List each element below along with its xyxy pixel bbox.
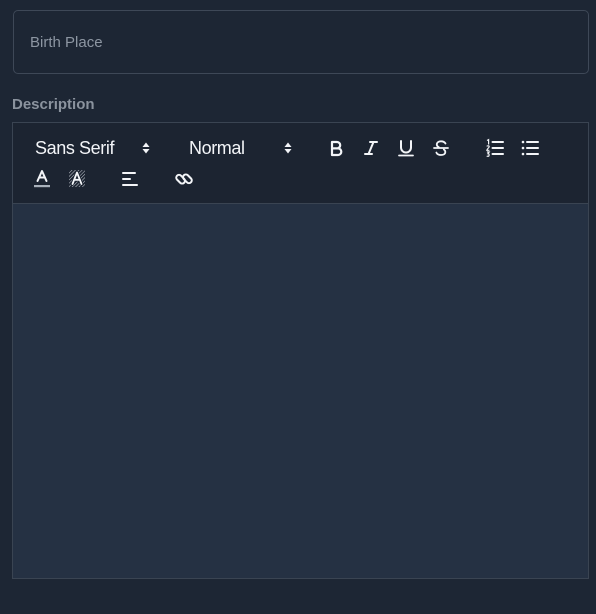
- font-family-picker[interactable]: Sans Serif: [35, 135, 153, 161]
- editor-toolbar: Sans Serif Normal: [13, 123, 588, 204]
- background-color-button[interactable]: [64, 166, 90, 192]
- bullet-list-icon: [521, 140, 539, 156]
- bold-icon: [330, 140, 343, 157]
- italic-button[interactable]: [358, 135, 384, 161]
- link-button[interactable]: [171, 166, 197, 192]
- strikethrough-button[interactable]: [428, 135, 454, 161]
- font-size-picker[interactable]: Normal: [189, 135, 299, 161]
- description-editor-body[interactable]: [13, 204, 588, 578]
- background-color-icon: [69, 170, 85, 187]
- italic-icon: [364, 141, 378, 155]
- link-icon: [175, 173, 193, 185]
- underline-icon: [398, 140, 414, 157]
- align-left-icon: [122, 172, 138, 186]
- font-size-picker-label: Normal: [189, 137, 245, 158]
- birth-place-input[interactable]: [14, 11, 588, 73]
- updown-arrows-icon: [142, 142, 150, 154]
- underline-button[interactable]: [393, 135, 419, 161]
- ordered-list-button[interactable]: [482, 135, 508, 161]
- text-color-button[interactable]: [29, 166, 55, 192]
- description-label: Description: [12, 96, 95, 113]
- ordered-list-icon: [486, 138, 504, 157]
- align-button[interactable]: [117, 166, 143, 192]
- bold-button[interactable]: [323, 135, 349, 161]
- description-editor: Sans Serif Normal: [12, 122, 589, 579]
- updown-arrows-icon: [284, 142, 292, 154]
- text-color-icon: [34, 170, 50, 188]
- bullet-list-button[interactable]: [517, 135, 543, 161]
- birth-place-field-wrapper: [13, 10, 589, 74]
- font-family-picker-label: Sans Serif: [35, 137, 115, 158]
- strikethrough-icon: [433, 140, 449, 156]
